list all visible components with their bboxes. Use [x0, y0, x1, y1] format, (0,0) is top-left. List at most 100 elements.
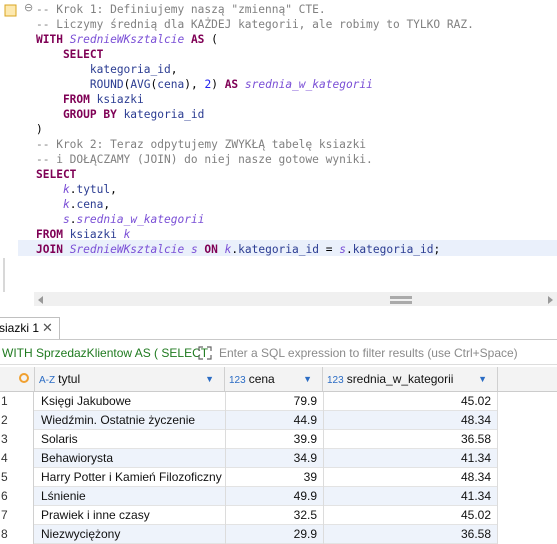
cell-tytul[interactable]: Wiedźmin. Ostatnie życzenie	[41, 411, 195, 430]
code-token: ON	[197, 243, 225, 256]
code-line[interactable]: k.tytul,	[36, 182, 117, 197]
query-text[interactable]: WITH SprzedazKlientow AS ( SELECT	[2, 342, 208, 364]
sort-dropdown-icon[interactable]: ▼	[478, 367, 487, 391]
cell-tytul[interactable]: Księgi Jakubowe	[41, 392, 131, 411]
cell-srednia[interactable]: 45.02	[323, 392, 491, 411]
table-row[interactable]: 1 Księgi Jakubowe 79.9 45.02	[0, 392, 498, 411]
code-line[interactable]: GROUP BY kategoria_id	[36, 107, 204, 122]
table-row[interactable]: 3 Solaris 39.9 36.58	[0, 430, 498, 449]
sort-dropdown-icon[interactable]: ▼	[303, 367, 312, 391]
sort-dropdown-icon[interactable]: ▼	[205, 367, 214, 391]
code-line[interactable]: SELECT	[36, 47, 103, 62]
code-token: JOIN	[36, 243, 70, 256]
cell-cena[interactable]: 32.5	[227, 506, 317, 525]
cell-cena[interactable]: 79.9	[227, 392, 317, 411]
table-row[interactable]: 7 Prawiek i inne czasy 32.5 45.02	[0, 506, 498, 525]
code-token: kategoria_id	[36, 63, 171, 76]
cell-cena[interactable]: 44.9	[227, 411, 317, 430]
row-number[interactable]: 5	[0, 468, 34, 487]
cell-srednia[interactable]: 36.58	[323, 525, 491, 544]
table-row[interactable]: 4 Behawiorysta 34.9 41.34	[0, 449, 498, 468]
cell-tytul[interactable]: Harry Potter i Kamień Filozoficzny	[41, 468, 222, 487]
table-row[interactable]: 5 Harry Potter i Kamień Filozoficzny 39 48.…	[0, 468, 498, 487]
code-line[interactable]: FROM ksiazki k	[36, 227, 130, 242]
code-token: s	[190, 243, 198, 256]
tab-label: siazki 1	[0, 321, 40, 335]
row-number[interactable]: 2	[0, 411, 34, 430]
code-token: kategoria_id	[238, 243, 319, 256]
grid-divider	[225, 449, 226, 468]
cell-srednia[interactable]: 41.34	[323, 449, 491, 468]
cell-cena[interactable]: 39	[227, 468, 317, 487]
row-number[interactable]: 7	[0, 506, 34, 525]
expand-filter-icon[interactable]	[198, 346, 212, 360]
cell-cena[interactable]: 49.9	[227, 487, 317, 506]
row-number[interactable]: 3	[0, 430, 34, 449]
cell-cena[interactable]: 34.9	[227, 449, 317, 468]
code-line[interactable]: k.cena,	[36, 197, 110, 212]
code-line[interactable]: FROM ksiazki	[36, 92, 144, 107]
code-line[interactable]: -- Liczymy średnią dla KAŻDEJ kategorii,…	[36, 17, 474, 32]
horizontal-scrollbar[interactable]	[34, 292, 557, 306]
column-header-cena[interactable]: 123 cena ▼	[225, 367, 323, 391]
code-line[interactable]: SELECT	[36, 167, 76, 182]
grid-divider	[323, 487, 324, 506]
cell-cena[interactable]: 29.9	[227, 525, 317, 544]
column-header-srednia[interactable]: 123 srednia_w_kategorii ▼	[323, 367, 498, 391]
code-token: ),	[184, 78, 205, 91]
results-panel: siazki 1 ✕ WITH SprzedazKlientow AS ( SE…	[0, 310, 557, 544]
code-line[interactable]: -- i DOŁĄCZAMY (JOIN) do niej nasze goto…	[36, 152, 373, 167]
code-token: -- Krok 2: Teraz odpytujemy ZWYKŁĄ tabel…	[36, 138, 367, 151]
code-token: cena	[76, 198, 104, 211]
code-line[interactable]: JOIN SrednieWKsztalcie s ON k.kategoria_…	[36, 242, 440, 257]
grid-divider	[497, 468, 498, 487]
tab-ksiazki-1[interactable]: siazki 1 ✕	[0, 317, 60, 339]
grid-divider	[225, 411, 226, 430]
code-line[interactable]: kategoria_id,	[36, 62, 178, 77]
code-token: -- i DOŁĄCZAMY (JOIN) do niej nasze goto…	[36, 153, 373, 166]
code-token: srednia_w_kategorii	[244, 78, 373, 91]
row-number[interactable]: 6	[0, 487, 34, 506]
code-line[interactable]: -- Krok 1: Definiujemy naszą "zmienną" C…	[36, 2, 326, 17]
cell-srednia[interactable]: 45.02	[323, 506, 491, 525]
cell-tytul[interactable]: Solaris	[41, 430, 78, 449]
column-name: srednia_w_kategorii	[346, 372, 454, 386]
cell-tytul[interactable]: Prawiek i inne czasy	[41, 506, 150, 525]
code-token: SrednieWKsztalcie	[69, 243, 191, 256]
column-header-tytul[interactable]: A-Z tytul ▼	[35, 367, 225, 391]
fold-toggle-icon[interactable]: ⊖	[24, 2, 33, 13]
cell-tytul[interactable]: Lśnienie	[41, 487, 86, 506]
table-row[interactable]: 8 Niezwyciężony 29.9 36.58	[0, 525, 498, 544]
code-line[interactable]: )	[36, 122, 43, 137]
code-token: AS	[184, 33, 212, 46]
record-icon	[19, 373, 29, 383]
cell-tytul[interactable]: Niezwyciężony	[41, 525, 120, 544]
row-number[interactable]: 1	[0, 392, 34, 411]
cell-srednia[interactable]: 36.58	[323, 430, 491, 449]
cell-srednia[interactable]: 48.34	[323, 468, 491, 487]
sql-editor[interactable]: ⊖ -- Krok 1: Definiujemy naszą "zmienną"…	[0, 0, 557, 290]
code-line[interactable]: s.srednia_w_kategorii	[36, 212, 204, 227]
table-row[interactable]: 2 Wiedźmin. Ostatnie życzenie 44.9 48.34	[0, 411, 498, 430]
editor-resize-handle[interactable]	[0, 258, 8, 292]
row-number[interactable]: 8	[0, 525, 34, 544]
column-name: tytul	[58, 372, 81, 386]
filter-input[interactable]: Enter a SQL expression to filter results…	[219, 342, 518, 364]
row-number[interactable]: 4	[0, 449, 34, 468]
cell-tytul[interactable]: Behawiorysta	[41, 449, 113, 468]
code-line[interactable]: ROUND(AVG(cena), 2) AS srednia_w_kategor…	[36, 77, 373, 92]
table-row[interactable]: 6 Lśnienie 49.9 41.34	[0, 487, 498, 506]
close-icon[interactable]: ✕	[42, 318, 53, 338]
cell-cena[interactable]: 39.9	[227, 430, 317, 449]
scrollbar-arrows-icon	[38, 296, 553, 304]
code-token: ROUND	[36, 78, 124, 91]
cell-srednia[interactable]: 48.34	[323, 411, 491, 430]
cell-srednia[interactable]: 41.34	[323, 487, 491, 506]
code-token: k	[123, 228, 131, 241]
code-token: )	[36, 123, 43, 136]
code-line[interactable]: WITH SrednieWKsztalcie AS (	[36, 32, 218, 47]
code-line[interactable]: -- Krok 2: Teraz odpytujemy ZWYKŁĄ tabel…	[36, 137, 366, 152]
grid-divider	[323, 468, 324, 487]
code-token: )	[211, 78, 225, 91]
code-token: tytul	[76, 183, 111, 196]
